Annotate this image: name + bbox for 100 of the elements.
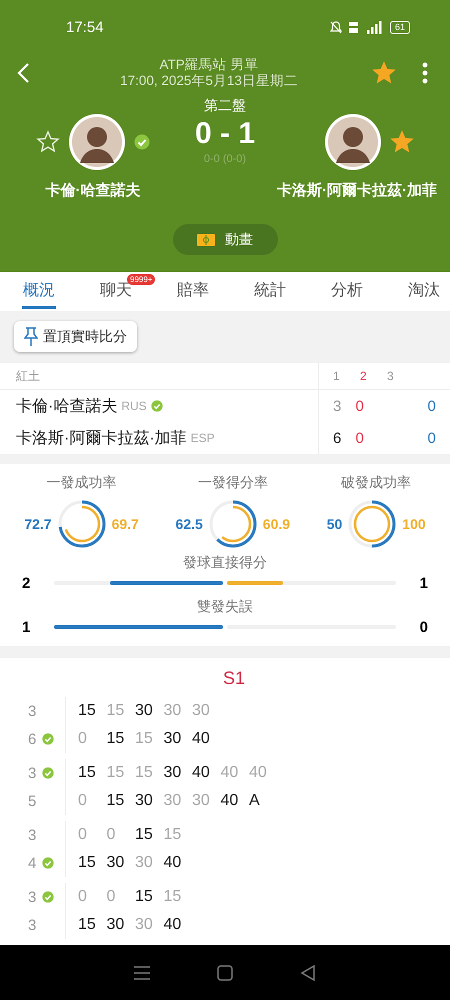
set-title: S1 bbox=[222, 668, 246, 689]
stat-label: 破發成功率 bbox=[341, 474, 412, 492]
point-score: 40 bbox=[192, 764, 211, 782]
stat-value: 50 bbox=[326, 516, 342, 532]
set-column-header: 3 bbox=[387, 369, 395, 383]
set-column-header: 1 bbox=[333, 369, 341, 383]
player-name[interactable]: 卡倫·哈查諾夫 bbox=[46, 181, 140, 200]
set-score: 3 bbox=[333, 398, 342, 414]
game-count: 3 bbox=[28, 826, 36, 844]
point-score: 15 bbox=[135, 730, 154, 748]
stat-label: 雙發失誤 bbox=[196, 598, 254, 616]
star-icon[interactable] bbox=[372, 61, 396, 85]
game-count: 5 bbox=[28, 792, 36, 810]
point-score: 15 bbox=[164, 826, 182, 844]
pitch-icon bbox=[197, 234, 215, 246]
player-name[interactable]: 卡洛斯·阿爾卡拉茲·加菲 bbox=[277, 181, 437, 200]
pin-button[interactable]: 置頂實時比分 bbox=[14, 321, 137, 352]
stat-value: 1 bbox=[418, 574, 428, 592]
point-score: 0 bbox=[106, 888, 116, 906]
point-score: 0 bbox=[78, 826, 88, 844]
point-score: 30 bbox=[164, 730, 182, 748]
star-icon[interactable] bbox=[390, 130, 414, 154]
pin-icon bbox=[24, 326, 38, 347]
stat-value: 69.7 bbox=[112, 516, 139, 532]
competition-title: ATP羅馬站 男單 bbox=[159, 57, 258, 73]
game-count: 3 bbox=[28, 702, 36, 720]
set-score: 6 bbox=[333, 430, 342, 446]
home-icon[interactable] bbox=[216, 964, 233, 980]
game-count: 3 bbox=[28, 888, 36, 906]
point-score: 40 bbox=[220, 764, 240, 782]
game-count: 3 bbox=[28, 916, 36, 934]
point-score: 40 bbox=[192, 730, 211, 748]
player-name: 卡倫·哈查諾夫 bbox=[16, 396, 118, 416]
point-score: 15 bbox=[78, 702, 97, 720]
point-score: A bbox=[249, 792, 261, 810]
point-score: 0 bbox=[106, 826, 116, 844]
point-score: 0 bbox=[78, 792, 88, 810]
point-score: 30 bbox=[135, 854, 154, 872]
stat-value: 1 bbox=[22, 618, 32, 636]
stat-value: 100 bbox=[402, 516, 426, 532]
stat-label: 一發得分率 bbox=[198, 474, 268, 492]
point-score: 30 bbox=[135, 702, 154, 720]
volte-icon bbox=[348, 21, 358, 34]
battery-indicator: 61 bbox=[390, 21, 410, 34]
status-time: 17:54 bbox=[66, 19, 104, 36]
tab[interactable]: 概況 bbox=[20, 272, 97, 311]
tab[interactable]: 賠率 bbox=[174, 272, 251, 311]
point-score: 15 bbox=[106, 730, 126, 748]
point-score: 0 bbox=[78, 888, 88, 906]
point-score: 30 bbox=[192, 702, 211, 720]
point-score: 15 bbox=[164, 888, 182, 906]
tab[interactable]: 淘汰 bbox=[405, 272, 450, 311]
bell-off-icon bbox=[330, 21, 342, 34]
donut-gauge bbox=[206, 498, 259, 550]
point-score: 40 bbox=[164, 916, 182, 934]
set-column-header: 2 bbox=[360, 369, 368, 383]
point-score: 15 bbox=[78, 854, 97, 872]
donut-gauge bbox=[56, 498, 108, 550]
game-score: 0-0 (0-0) bbox=[204, 153, 246, 165]
stat-value: 62.5 bbox=[176, 516, 203, 532]
point-score: 30 bbox=[164, 764, 182, 782]
match-datetime: 17:00, 2025年5月13日星期二 bbox=[120, 73, 298, 89]
point-score: 30 bbox=[164, 702, 182, 720]
signal-icon bbox=[364, 21, 383, 34]
tab[interactable]: 分析 bbox=[328, 272, 405, 311]
point-score: 15 bbox=[78, 764, 97, 782]
stat-value: 60.9 bbox=[262, 516, 290, 532]
surface-label: 紅土 bbox=[16, 368, 40, 384]
stat-value: 2 bbox=[22, 574, 32, 592]
point-score: 30 bbox=[135, 916, 154, 934]
point-score: 30 bbox=[106, 854, 126, 872]
point-score: 30 bbox=[135, 792, 154, 810]
country-code: ESP bbox=[190, 431, 215, 445]
tab[interactable]: 聊天 9999+ bbox=[97, 272, 174, 311]
point-score: 15 bbox=[106, 792, 126, 810]
point-score: 30 bbox=[192, 792, 211, 810]
point-score: 15 bbox=[106, 764, 126, 782]
set-label: 第二盤 bbox=[204, 97, 246, 115]
count-badge: 9999+ bbox=[127, 274, 156, 286]
avatar[interactable] bbox=[68, 113, 126, 171]
stat-value: 72.7 bbox=[24, 516, 52, 532]
match-score: 0 - 1 bbox=[194, 116, 256, 152]
tab[interactable]: 統計 bbox=[251, 272, 328, 311]
game-count: 3 bbox=[28, 764, 36, 782]
avatar[interactable] bbox=[324, 113, 382, 171]
point-score: 15 bbox=[78, 916, 97, 934]
donut-gauge bbox=[346, 498, 398, 550]
point-score: 15 bbox=[135, 888, 154, 906]
point-score: 15 bbox=[135, 826, 154, 844]
back-icon[interactable] bbox=[300, 964, 316, 980]
point-score: 15 bbox=[106, 702, 126, 720]
menu-icon[interactable] bbox=[134, 966, 150, 980]
animation-button[interactable]: 動畫 bbox=[172, 224, 278, 255]
country-code: RUS bbox=[121, 399, 147, 413]
set-score: 0 bbox=[356, 398, 365, 414]
stat-value: 0 bbox=[418, 618, 428, 636]
point-score: 15 bbox=[135, 764, 154, 782]
point-score: 30 bbox=[106, 916, 126, 934]
more-icon[interactable] bbox=[422, 62, 428, 84]
point-score: 40 bbox=[220, 792, 240, 810]
